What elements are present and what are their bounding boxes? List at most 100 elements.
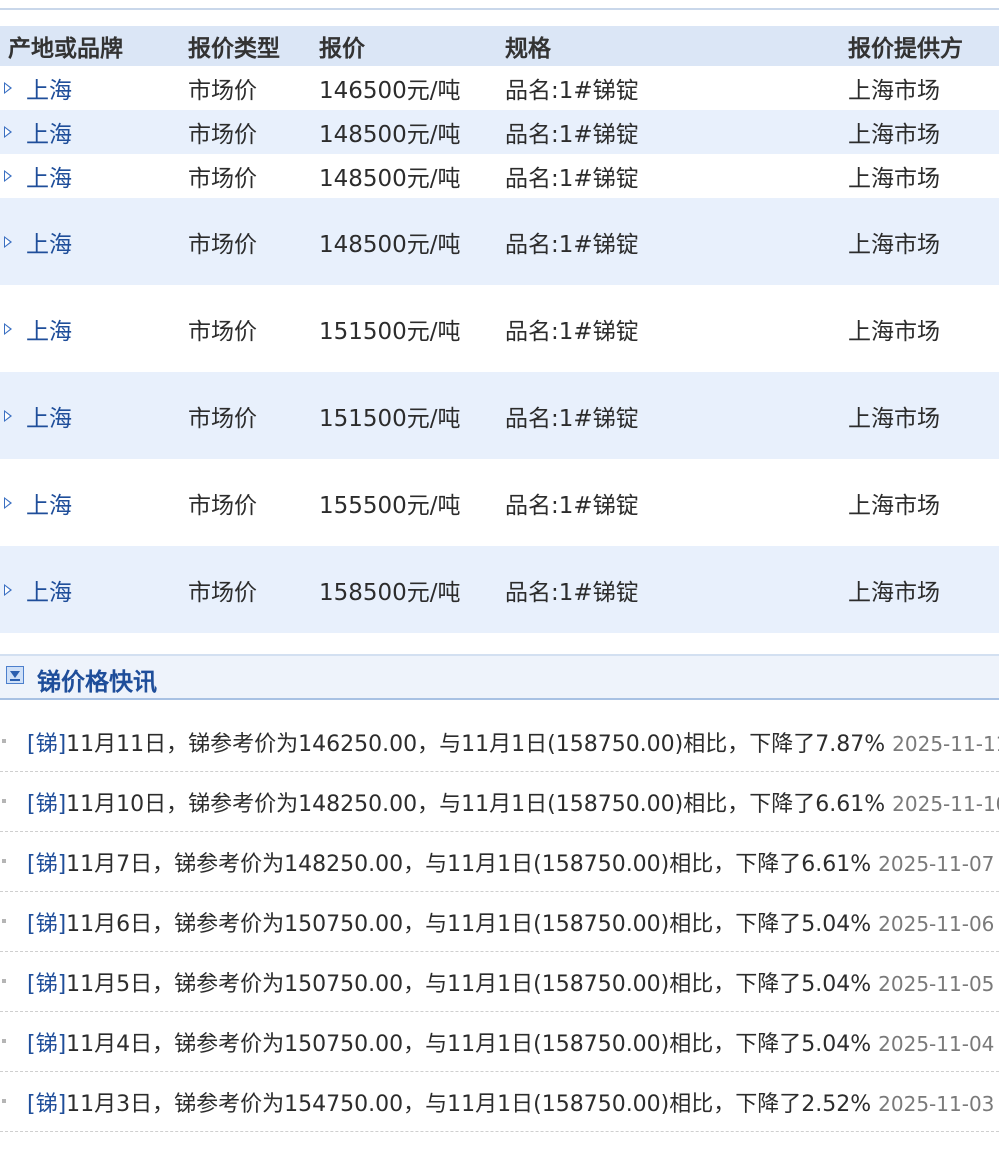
type-cell: 市场价 bbox=[188, 122, 257, 148]
triangle-bullet-icon bbox=[4, 235, 12, 248]
bullet-dot-icon bbox=[2, 739, 6, 743]
triangle-bullet-icon bbox=[4, 583, 12, 596]
origin-link[interactable]: 上海 bbox=[26, 71, 72, 105]
provider-cell: 上海市场 bbox=[848, 579, 940, 606]
news-date: 2025-11-06 1 bbox=[878, 912, 999, 936]
news-text[interactable]: 11月6日，锑参考价为150750.00，与11月1日(158750.00)相比… bbox=[66, 912, 871, 937]
triangle-bullet-icon bbox=[4, 82, 12, 94]
origin-link[interactable]: 上海 bbox=[26, 486, 72, 520]
price-cell: 148500元/吨 bbox=[319, 166, 461, 192]
origin-link[interactable]: 上海 bbox=[26, 159, 72, 193]
list-item[interactable]: [锑]11月6日，锑参考价为150750.00，与11月1日(158750.00… bbox=[0, 892, 999, 952]
bullet-dot-icon bbox=[2, 1099, 6, 1103]
triangle-bullet-icon bbox=[4, 126, 12, 138]
triangle-bullet-icon bbox=[4, 170, 12, 182]
news-text[interactable]: 11月4日，锑参考价为150750.00，与11月1日(158750.00)相比… bbox=[66, 1032, 871, 1057]
provider-cell: 上海市场 bbox=[848, 166, 940, 192]
news-date: 2025-11-05 1 bbox=[878, 972, 999, 996]
header-type: 报价类型 bbox=[188, 36, 280, 62]
type-cell: 市场价 bbox=[188, 318, 257, 345]
list-item[interactable]: [锑]11月11日，锑参考价为146250.00，与11月1日(158750.0… bbox=[0, 712, 999, 772]
table-row: 上海 市场价 155500元/吨 品名:1#锑锭 上海市场 bbox=[0, 459, 999, 546]
news-tag[interactable]: [锑] bbox=[27, 732, 66, 757]
type-cell: 市场价 bbox=[188, 492, 257, 519]
bullet-dot-icon bbox=[2, 919, 6, 923]
spec-cell: 品名:1#锑锭 bbox=[505, 122, 639, 148]
list-item[interactable]: [锑]11月10日，锑参考价为148250.00，与11月1日(158750.0… bbox=[0, 772, 999, 832]
header-price: 报价 bbox=[319, 36, 365, 62]
origin-link[interactable]: 上海 bbox=[26, 573, 72, 607]
provider-cell: 上海市场 bbox=[848, 78, 940, 104]
news-text[interactable]: 11月10日，锑参考价为148250.00，与11月1日(158750.00)相… bbox=[66, 792, 885, 817]
list-item[interactable]: [锑]11月4日，锑参考价为150750.00，与11月1日(158750.00… bbox=[0, 1012, 999, 1072]
origin-link[interactable]: 上海 bbox=[26, 312, 72, 346]
origin-link[interactable]: 上海 bbox=[26, 115, 72, 149]
news-date: 2025-11-11 16 bbox=[892, 732, 999, 756]
table-header: 产地或品牌 报价类型 报价 规格 报价提供方 bbox=[0, 26, 999, 66]
news-list: [锑]11月11日，锑参考价为146250.00，与11月1日(158750.0… bbox=[0, 712, 999, 1132]
bullet-dot-icon bbox=[2, 1039, 6, 1043]
header-spec: 规格 bbox=[505, 36, 551, 62]
price-cell: 151500元/吨 bbox=[319, 405, 461, 432]
provider-cell: 上海市场 bbox=[848, 405, 940, 432]
table-row: 上海 市场价 148500元/吨 品名:1#锑锭 上海市场 bbox=[0, 110, 999, 154]
triangle-bullet-icon bbox=[4, 322, 12, 335]
news-text[interactable]: 11月11日，锑参考价为146250.00，与11月1日(158750.00)相… bbox=[66, 732, 885, 757]
news-date: 2025-11-10 1 bbox=[892, 792, 999, 816]
news-text[interactable]: 11月7日，锑参考价为148250.00，与11月1日(158750.00)相比… bbox=[66, 852, 871, 877]
news-tag[interactable]: [锑] bbox=[27, 972, 66, 997]
provider-cell: 上海市场 bbox=[848, 492, 940, 519]
price-cell: 148500元/吨 bbox=[319, 122, 461, 148]
type-cell: 市场价 bbox=[188, 78, 257, 104]
triangle-bullet-icon bbox=[4, 409, 12, 422]
type-cell: 市场价 bbox=[188, 166, 257, 192]
type-cell: 市场价 bbox=[188, 579, 257, 606]
spec-cell: 品名:1#锑锭 bbox=[505, 318, 639, 345]
top-border-strip bbox=[0, 0, 999, 10]
provider-cell: 上海市场 bbox=[848, 231, 940, 258]
list-item[interactable]: [锑]11月5日，锑参考价为150750.00，与11月1日(158750.00… bbox=[0, 952, 999, 1012]
price-cell: 155500元/吨 bbox=[319, 492, 461, 519]
spec-cell: 品名:1#锑锭 bbox=[505, 166, 639, 192]
header-origin: 产地或品牌 bbox=[8, 36, 123, 62]
triangle-bullet-icon bbox=[4, 496, 12, 509]
table-row: 上海 市场价 148500元/吨 品名:1#锑锭 上海市场 bbox=[0, 154, 999, 198]
type-cell: 市场价 bbox=[188, 231, 257, 258]
price-table: 产地或品牌 报价类型 报价 规格 报价提供方 上海 市场价 146500元/吨 … bbox=[0, 26, 999, 633]
provider-cell: 上海市场 bbox=[848, 318, 940, 345]
price-cell: 151500元/吨 bbox=[319, 318, 461, 345]
spec-cell: 品名:1#锑锭 bbox=[505, 579, 639, 606]
news-date: 2025-11-03 1 bbox=[878, 1092, 999, 1116]
price-cell: 146500元/吨 bbox=[319, 78, 461, 104]
provider-cell: 上海市场 bbox=[848, 122, 940, 148]
news-section-header: 锑价格快讯 bbox=[0, 654, 999, 700]
table-row: 上海 市场价 151500元/吨 品名:1#锑锭 上海市场 bbox=[0, 372, 999, 459]
news-text[interactable]: 11月3日，锑参考价为154750.00，与11月1日(158750.00)相比… bbox=[66, 1092, 871, 1117]
table-row: 上海 市场价 146500元/吨 品名:1#锑锭 上海市场 bbox=[0, 66, 999, 110]
bullet-dot-icon bbox=[2, 859, 6, 863]
bullet-dot-icon bbox=[2, 979, 6, 983]
price-cell: 158500元/吨 bbox=[319, 579, 461, 606]
news-section-title: 锑价格快讯 bbox=[37, 668, 157, 696]
news-tag[interactable]: [锑] bbox=[27, 1092, 66, 1117]
news-tag[interactable]: [锑] bbox=[27, 792, 66, 817]
news-date: 2025-11-07 16 bbox=[878, 852, 999, 876]
news-tag[interactable]: [锑] bbox=[27, 1032, 66, 1057]
list-item[interactable]: [锑]11月3日，锑参考价为154750.00，与11月1日(158750.00… bbox=[0, 1072, 999, 1132]
bullet-dot-icon bbox=[2, 799, 6, 803]
news-date: 2025-11-04 1 bbox=[878, 1032, 999, 1056]
spec-cell: 品名:1#锑锭 bbox=[505, 492, 639, 519]
table-row: 上海 市场价 148500元/吨 品名:1#锑锭 上海市场 bbox=[0, 198, 999, 285]
header-provider: 报价提供方 bbox=[848, 36, 963, 62]
spec-cell: 品名:1#锑锭 bbox=[505, 231, 639, 258]
type-cell: 市场价 bbox=[188, 405, 257, 432]
spec-cell: 品名:1#锑锭 bbox=[505, 405, 639, 432]
news-tag[interactable]: [锑] bbox=[27, 912, 66, 937]
origin-link[interactable]: 上海 bbox=[26, 399, 72, 433]
news-text[interactable]: 11月5日，锑参考价为150750.00，与11月1日(158750.00)相比… bbox=[66, 972, 871, 997]
news-tag[interactable]: [锑] bbox=[27, 852, 66, 877]
table-row: 上海 市场价 158500元/吨 品名:1#锑锭 上海市场 bbox=[0, 546, 999, 633]
list-item[interactable]: [锑]11月7日，锑参考价为148250.00，与11月1日(158750.00… bbox=[0, 832, 999, 892]
origin-link[interactable]: 上海 bbox=[26, 225, 72, 259]
spec-cell: 品名:1#锑锭 bbox=[505, 78, 639, 104]
